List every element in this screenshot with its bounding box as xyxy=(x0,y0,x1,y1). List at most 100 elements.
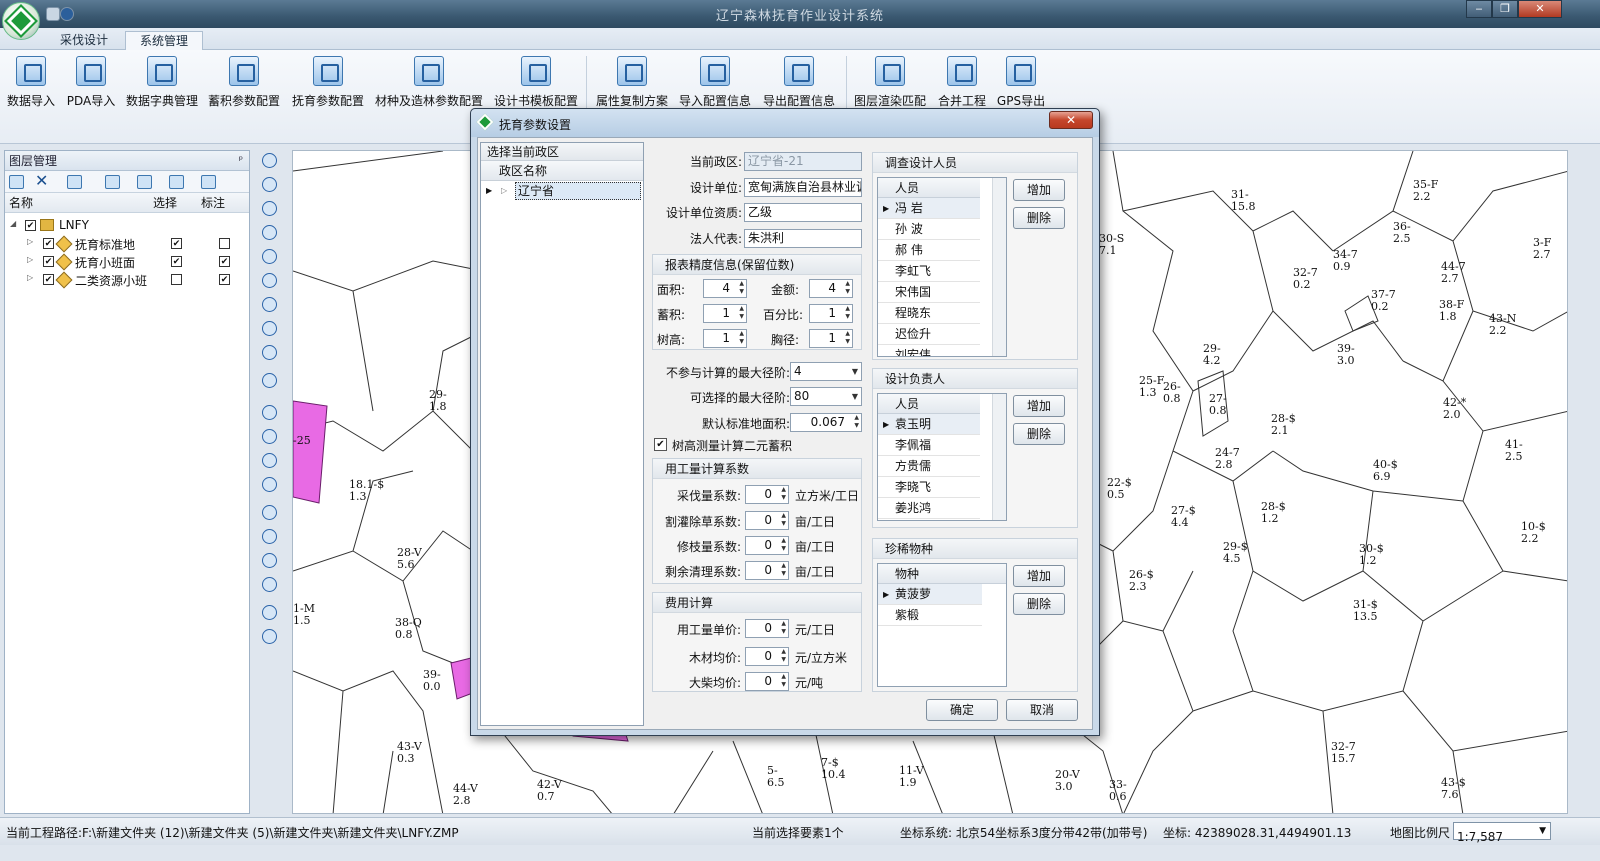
delete-species-button[interactable]: 删除 xyxy=(1013,593,1065,615)
list-item[interactable]: 姜兆鸿 xyxy=(878,498,980,519)
timber-price-spinner[interactable]: 0 xyxy=(745,647,789,666)
app-logo[interactable] xyxy=(2,2,40,40)
scale-combo[interactable]: 1:7,587 ▼ xyxy=(1453,822,1551,844)
labor-price-spinner[interactable]: 0 xyxy=(745,619,789,638)
list-item[interactable]: 迟俭升 xyxy=(878,324,980,345)
data-import-button[interactable]: 数据导入 xyxy=(6,54,56,114)
area-precision-spinner[interactable]: 4 xyxy=(703,279,747,298)
merge-project-button[interactable]: 合并工程 xyxy=(934,54,990,114)
select-icon[interactable] xyxy=(260,404,278,420)
zoom-in-icon[interactable] xyxy=(260,152,278,168)
list-item[interactable]: 刘宏伟 xyxy=(878,345,980,356)
volume-config-button[interactable]: 蓄积参数配置 xyxy=(206,54,282,114)
list-item[interactable]: 紫椴 xyxy=(878,605,982,626)
move-top-icon[interactable] xyxy=(105,175,120,189)
layer-root-row[interactable]: ◢ LNFY xyxy=(5,217,249,235)
move-up-icon[interactable] xyxy=(137,175,152,189)
move-bottom-icon[interactable] xyxy=(201,175,216,189)
layer-visible-checkbox[interactable] xyxy=(43,274,54,285)
layer-visible-checkbox[interactable] xyxy=(43,256,54,267)
logging-coef-spinner[interactable]: 0 xyxy=(745,485,789,504)
design-unit-field[interactable]: 宽甸满族自治县林业调 xyxy=(744,178,862,197)
add-surveyor-button[interactable]: 增加 xyxy=(1013,179,1065,201)
dialog-close-button[interactable]: ✕ xyxy=(1049,111,1093,129)
refresh-icon[interactable] xyxy=(260,344,278,360)
collapse-icon[interactable]: ◢ xyxy=(10,219,20,228)
delete-surveyor-button[interactable]: 删除 xyxy=(1013,207,1065,229)
list-item[interactable]: 宋伟国 xyxy=(878,282,980,303)
expand-icon[interactable]: ▷ xyxy=(27,255,37,264)
list-item[interactable]: ▶ 冯 岩 xyxy=(878,198,980,219)
binary-volume-checkbox[interactable]: ✔ xyxy=(654,438,667,451)
add-species-button[interactable]: 增加 xyxy=(1013,565,1065,587)
label-checkbox[interactable] xyxy=(219,238,230,249)
full-extent-globe-icon[interactable] xyxy=(260,272,278,288)
grid-icon[interactable] xyxy=(260,372,278,388)
import-config-button[interactable]: 导入配置信息 xyxy=(676,54,754,114)
delete-leader-button[interactable]: 删除 xyxy=(1013,423,1065,445)
species-config-button[interactable]: 材种及造林参数配置 xyxy=(374,54,484,114)
export-map-icon[interactable] xyxy=(260,628,278,644)
expand-icon[interactable]: ▷ xyxy=(501,181,507,201)
close-button[interactable]: ✕ xyxy=(1518,0,1562,18)
layer-row[interactable]: ▷ 抚育小班面 xyxy=(5,253,249,271)
max-select-combo[interactable]: 80 xyxy=(790,387,862,406)
layer-row[interactable]: ▷ 抚育标准地 xyxy=(5,235,249,253)
list-scrollbar[interactable] xyxy=(992,394,1006,520)
list-item[interactable]: 程晓东 xyxy=(878,303,980,324)
qualification-field[interactable]: 乙级 xyxy=(744,203,862,222)
maximize-button[interactable]: ❐ xyxy=(1492,0,1518,18)
percent-precision-spinner[interactable]: 1 xyxy=(809,304,853,323)
select-checkbox[interactable] xyxy=(171,274,182,285)
delete-layer-icon[interactable]: ✕ xyxy=(35,173,50,189)
tending-config-button[interactable]: 抚育参数配置 xyxy=(290,54,366,114)
brush-icon[interactable] xyxy=(260,476,278,492)
export-config-button[interactable]: 导出配置信息 xyxy=(760,54,838,114)
back-arrow-icon[interactable] xyxy=(260,296,278,312)
list-item[interactable]: 李虹飞 xyxy=(878,261,980,282)
firewood-price-spinner[interactable]: 0 xyxy=(745,672,789,691)
info-icon[interactable] xyxy=(260,504,278,520)
layer-visible-checkbox[interactable] xyxy=(43,238,54,249)
label-checkbox[interactable] xyxy=(219,256,230,267)
list-item[interactable]: ▶ 黄菠萝 xyxy=(878,584,982,605)
volume-precision-spinner[interactable]: 1 xyxy=(703,304,747,323)
print-icon[interactable] xyxy=(260,604,278,620)
add-layer-icon[interactable] xyxy=(9,175,24,189)
pda-import-button[interactable]: PDA导入 xyxy=(66,54,116,114)
zoom-fixed-in-icon[interactable] xyxy=(260,200,278,216)
default-area-spinner[interactable]: 0.067 xyxy=(790,413,862,432)
template-config-button[interactable]: 设计书模板配置 xyxy=(492,54,580,114)
select-checkbox[interactable] xyxy=(171,256,182,267)
label-checkbox[interactable] xyxy=(219,274,230,285)
attribute-copy-button[interactable]: 属性复制方案 xyxy=(594,54,670,114)
minimize-button[interactable]: ‒ xyxy=(1466,0,1492,18)
root-visible-checkbox[interactable] xyxy=(25,220,36,231)
pruning-coef-spinner[interactable]: 0 xyxy=(745,536,789,555)
move-down-icon[interactable] xyxy=(169,175,184,189)
legal-rep-field[interactable]: 朱洪利 xyxy=(744,229,862,248)
edit-icon[interactable] xyxy=(260,428,278,444)
list-item[interactable]: ▶ 袁玉明 xyxy=(878,414,980,435)
pan-hand-icon[interactable] xyxy=(260,248,278,264)
layer-properties-icon[interactable] xyxy=(67,175,82,189)
list-scrollbar[interactable] xyxy=(992,178,1006,356)
cleanup-coef-spinner[interactable]: 0 xyxy=(745,561,789,580)
select-area-icon[interactable] xyxy=(260,452,278,468)
gps-export-button[interactable]: GPS导出 xyxy=(994,54,1048,114)
tab-logging-design[interactable]: 采伐设计 xyxy=(46,31,122,51)
measure-icon[interactable] xyxy=(260,528,278,544)
expand-icon[interactable]: ▷ xyxy=(27,237,37,246)
tab-system-management[interactable]: 系统管理 xyxy=(125,31,204,51)
select-checkbox[interactable] xyxy=(171,238,182,249)
list-item[interactable]: 李晓飞 xyxy=(878,477,980,498)
add-leader-button[interactable]: 增加 xyxy=(1013,395,1065,417)
zoom-fixed-out-icon[interactable] xyxy=(260,224,278,240)
zoom-out-icon[interactable] xyxy=(260,176,278,192)
cancel-button[interactable]: 取消 xyxy=(1006,699,1078,721)
dictionary-button[interactable]: 数据字典管理 xyxy=(124,54,200,114)
list-item[interactable]: 郝 伟 xyxy=(878,240,980,261)
weeding-coef-spinner[interactable]: 0 xyxy=(745,511,789,530)
list-item[interactable]: 方贵儒 xyxy=(878,456,980,477)
number-icon[interactable] xyxy=(260,576,278,592)
